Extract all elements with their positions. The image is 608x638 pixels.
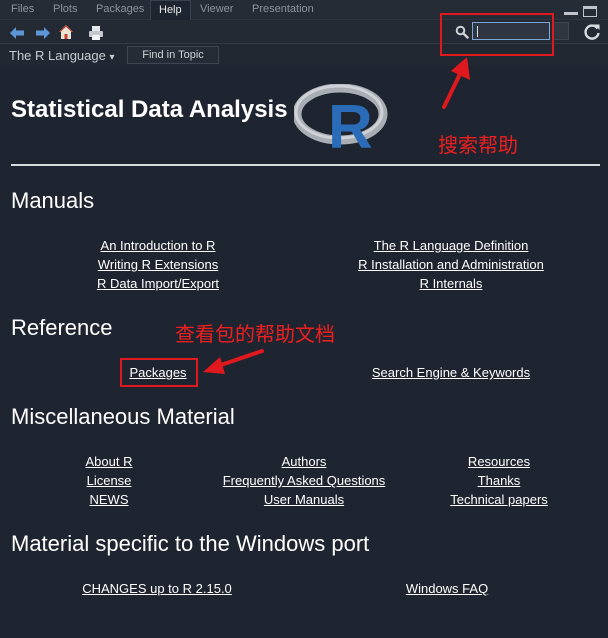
tab-files[interactable]: Files	[11, 3, 34, 15]
tab-help[interactable]: Help	[150, 0, 191, 20]
forward-arrow-icon[interactable]	[35, 25, 51, 41]
maximize-pane-button[interactable]	[583, 6, 597, 17]
title-divider	[11, 164, 600, 166]
link-authors[interactable]: Authors	[282, 454, 327, 469]
link-r-language-definition[interactable]: The R Language Definition	[374, 238, 529, 253]
tab-packages[interactable]: Packages	[96, 3, 144, 15]
refresh-icon[interactable]	[582, 22, 602, 42]
link-r-data-import-export[interactable]: R Data Import/Export	[97, 276, 219, 291]
section-heading-windows: Material specific to the Windows port	[11, 531, 370, 556]
chevron-down-icon: ▾	[109, 52, 115, 63]
print-icon[interactable]	[88, 25, 104, 41]
topic-dropdown[interactable]: The R Language ▾	[9, 48, 115, 63]
minimize-pane-button[interactable]	[564, 12, 578, 15]
home-icon[interactable]	[58, 24, 74, 40]
section-heading-reference: Reference	[11, 315, 113, 340]
back-arrow-icon[interactable]	[9, 25, 25, 41]
link-writing-r-extensions[interactable]: Writing R Extensions	[98, 257, 218, 272]
link-r-internals[interactable]: R Internals	[420, 276, 483, 291]
link-news[interactable]: NEWS	[90, 492, 129, 507]
link-user-manuals[interactable]: User Manuals	[264, 492, 344, 507]
arrow-to-packages-icon	[203, 349, 264, 374]
link-about-r[interactable]: About R	[86, 454, 133, 469]
find-in-topic-button[interactable]: Find in Topic	[127, 46, 219, 64]
link-thanks[interactable]: Thanks	[478, 473, 521, 488]
page-title: Statistical Data Analysis	[11, 96, 288, 123]
link-changes-r-2-15[interactable]: CHANGES up to R 2.15.0	[82, 581, 232, 596]
tab-presentation[interactable]: Presentation	[252, 3, 314, 15]
section-heading-misc: Miscellaneous Material	[11, 404, 235, 429]
link-technical-papers[interactable]: Technical papers	[450, 492, 548, 507]
link-search-engine-keywords[interactable]: Search Engine & Keywords	[372, 365, 530, 380]
packages-highlight-box	[120, 358, 198, 387]
search-highlight-box	[440, 13, 554, 56]
topic-label: The R Language	[9, 48, 106, 63]
search-clear-button[interactable]	[553, 22, 569, 40]
link-r-installation-admin[interactable]: R Installation and Administration	[358, 257, 544, 272]
link-faq[interactable]: Frequently Asked Questions	[223, 473, 386, 488]
link-license[interactable]: License	[87, 473, 132, 488]
link-intro-to-r[interactable]: An Introduction to R	[101, 238, 216, 253]
annotation-search-help: 搜索帮助	[438, 133, 518, 157]
r-logo: R	[294, 84, 388, 152]
tab-plots[interactable]: Plots	[53, 3, 77, 15]
tab-viewer[interactable]: Viewer	[200, 3, 233, 15]
annotation-package-help: 查看包的帮助文档	[175, 322, 335, 346]
link-windows-faq[interactable]: Windows FAQ	[406, 581, 488, 596]
link-resources[interactable]: Resources	[468, 454, 530, 469]
section-heading-manuals: Manuals	[11, 188, 95, 213]
svg-text:R: R	[328, 93, 373, 152]
